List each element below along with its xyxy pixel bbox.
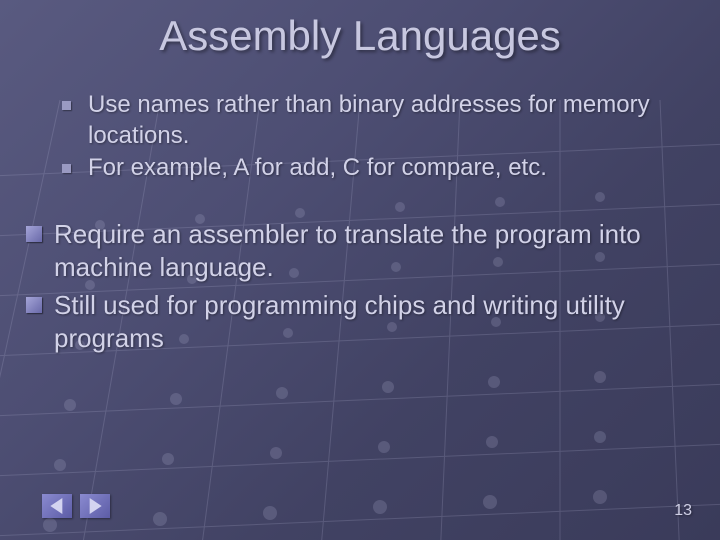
next-button[interactable] — [80, 494, 110, 518]
page-number: 13 — [674, 502, 692, 520]
list-item: For example, A for add, C for compare, e… — [62, 153, 688, 184]
triangle-right-icon — [88, 498, 102, 514]
nav-controls — [42, 494, 110, 518]
triangle-left-icon — [50, 498, 64, 514]
main-bullet-list: Require an assembler to translate the pr… — [26, 218, 688, 355]
sub-bullet-list: Use names rather than binary addresses f… — [62, 90, 688, 184]
list-item: Require an assembler to translate the pr… — [26, 218, 688, 285]
slide-title: Assembly Languages — [0, 0, 720, 60]
slide-body: Use names rather than binary addresses f… — [0, 60, 720, 355]
list-item: Still used for programming chips and wri… — [26, 289, 688, 356]
prev-button[interactable] — [42, 494, 72, 518]
list-item: Use names rather than binary addresses f… — [62, 90, 688, 151]
